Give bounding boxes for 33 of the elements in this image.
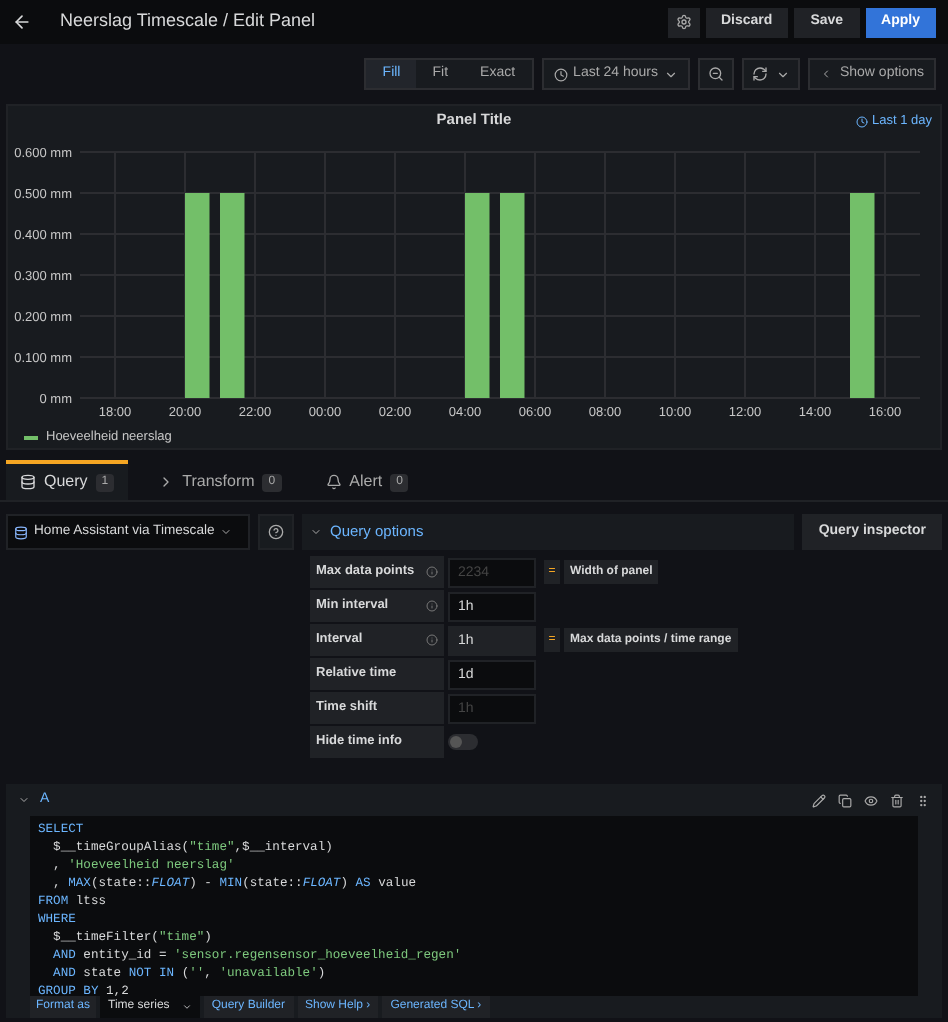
- database-icon: [20, 474, 36, 490]
- zoom-out-button[interactable]: [697, 58, 734, 90]
- caret-icon: [181, 1002, 192, 1012]
- toggle-switch[interactable]: [448, 734, 478, 750]
- clock-icon: [553, 67, 568, 81]
- edit-icon[interactable]: [812, 793, 826, 807]
- database-icon: [14, 525, 28, 539]
- help-button[interactable]: [258, 514, 294, 550]
- sql-editor[interactable]: [30, 816, 918, 996]
- drag-handle-icon[interactable]: [916, 793, 930, 807]
- caret-icon: [775, 67, 790, 81]
- settings-button[interactable]: [667, 7, 699, 37]
- zoom-out-icon: [707, 66, 724, 82]
- chevron-left-icon: [819, 68, 832, 80]
- caret-icon: [220, 526, 233, 538]
- legend-swatch: [24, 436, 38, 441]
- back-icon[interactable]: [12, 12, 32, 32]
- info-icon: [426, 600, 438, 612]
- refresh-icon: [751, 66, 768, 82]
- caret-icon: [310, 526, 322, 538]
- caret-icon: [663, 67, 678, 81]
- refresh-button[interactable]: [741, 58, 800, 90]
- eye-icon[interactable]: [864, 793, 878, 807]
- delete-icon[interactable]: [890, 793, 904, 807]
- bell-icon: [325, 474, 342, 490]
- clock-icon: [856, 115, 868, 128]
- page-title: Neerslag Timescale / Edit Panel: [60, 8, 316, 35]
- duplicate-icon[interactable]: [838, 793, 852, 807]
- info-icon: [426, 566, 438, 578]
- help-icon: [268, 524, 284, 540]
- settings-icon: [675, 14, 691, 30]
- collapse-icon[interactable]: [18, 794, 30, 806]
- info-icon: [426, 634, 438, 646]
